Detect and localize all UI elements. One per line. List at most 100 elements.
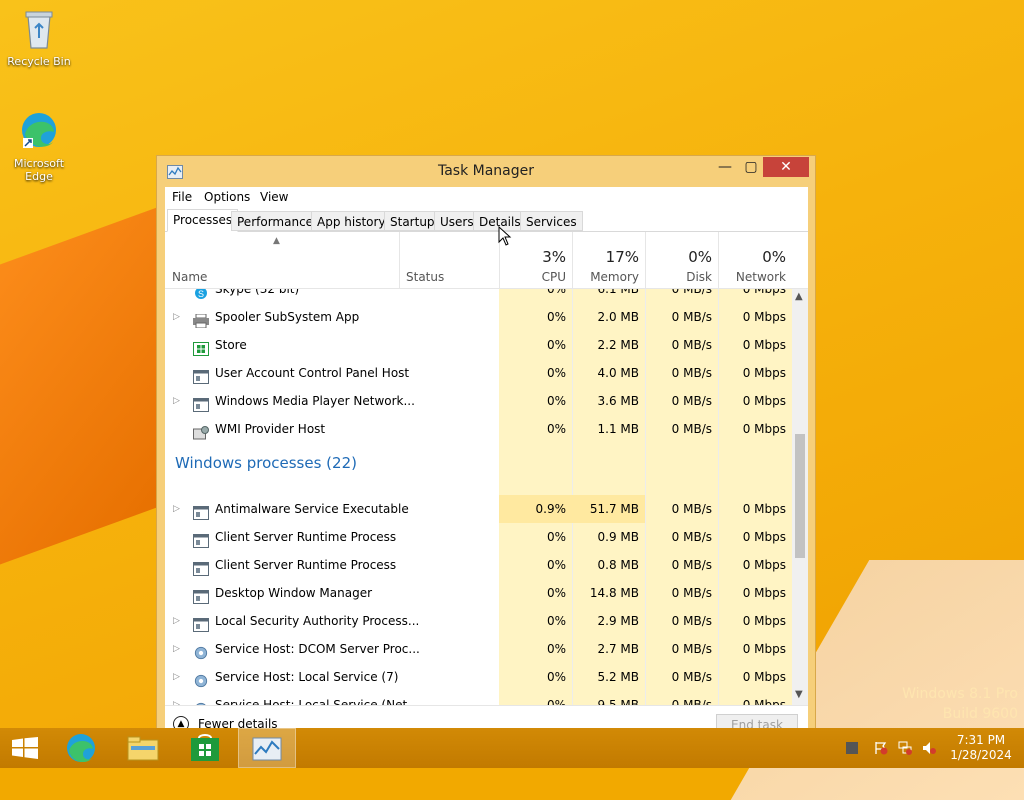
process-row[interactable]: ▷ Local Security Authority Process... 0% 2.… (165, 607, 792, 635)
window-icon (193, 558, 209, 576)
process-memory-value: 9.5 MB (597, 698, 639, 705)
process-row[interactable]: Desktop Window Manager 0% 14.8 MB 0 MB/s 0 M… (165, 579, 792, 607)
svg-text:S: S (198, 289, 204, 299)
file-explorer-icon (127, 736, 159, 761)
menu-file[interactable]: File (172, 190, 192, 204)
process-row[interactable]: ▷ Service Host: DCOM Server Proc... 0% 2.7 … (165, 635, 792, 663)
process-row[interactable]: Client Server Runtime Process 0% 0.9 MB 0 M… (165, 523, 792, 551)
process-network-value: 0 Mbps (742, 642, 786, 656)
tab-app-history[interactable]: App history (311, 211, 392, 231)
volume-muted-icon[interactable] (922, 741, 936, 755)
group-header-row[interactable]: Windows processes (22) (165, 449, 792, 477)
process-cpu-value: 0% (546, 642, 566, 656)
process-cpu-value: 0% (546, 558, 566, 572)
process-network-value: 0 Mbps (742, 614, 786, 628)
network-icon[interactable] (898, 741, 912, 755)
process-row[interactable]: ▷ Spooler SubSystem App 0% 2.0 MB 0 MB/s 0 Mb… (165, 303, 792, 331)
taskbar-store-button[interactable] (176, 728, 234, 768)
scroll-thumb[interactable] (795, 434, 805, 558)
process-disk-value: 0 MB/s (671, 394, 712, 408)
edge-desktop-icon[interactable]: Microsoft Edge (4, 108, 74, 183)
process-cpu-value: 0% (546, 586, 566, 600)
memory-column-header[interactable]: 17% Memory (572, 232, 645, 288)
process-row[interactable]: ▷ Service Host: Local Service (Net... 0% 9.… (165, 691, 792, 705)
process-network-value: 0 Mbps (742, 338, 786, 352)
taskbar-file-explorer-button[interactable] (114, 728, 172, 768)
process-row[interactable]: Client Server Runtime Process 0% 0.8 MB 0 M… (165, 551, 792, 579)
status-header-label: Status (406, 270, 445, 284)
disk-column-header[interactable]: 0% Disk (645, 232, 718, 288)
process-disk-value: 0 MB/s (671, 310, 712, 324)
menu-options[interactable]: Options (204, 190, 250, 204)
process-row[interactable]: S Skype (32 bit) 0% 6.1 MB 0 MB/s 0 Mbps (165, 289, 792, 303)
name-column-header[interactable]: ▲ Name (165, 232, 399, 288)
process-name: Service Host: Local Service (7) (215, 670, 399, 684)
taskbar-task-manager-button[interactable] (238, 728, 296, 768)
expand-chevron-icon[interactable]: ▷ (173, 495, 180, 523)
printer-icon (193, 310, 209, 329)
memory-total: 17% (605, 248, 639, 266)
clock-date: 1/28/2024 (950, 748, 1012, 762)
process-network-value: 0 Mbps (742, 289, 786, 296)
tab-startup[interactable]: Startup (384, 211, 441, 231)
tab-processes[interactable]: Processes (167, 209, 239, 232)
process-network-value: 0 Mbps (742, 422, 786, 436)
close-button[interactable]: ✕ (763, 157, 809, 177)
process-name: Windows Media Player Network... (215, 394, 415, 408)
process-network-value: 0 Mbps (742, 558, 786, 572)
process-memory-value: 2.2 MB (597, 338, 639, 352)
expand-chevron-icon[interactable]: ▷ (173, 663, 180, 691)
taskbar-edge-button[interactable] (52, 728, 110, 768)
status-column-header[interactable]: Status (399, 232, 499, 288)
menu-view[interactable]: View (260, 190, 288, 204)
expand-chevron-icon[interactable]: ▷ (173, 303, 180, 331)
process-cpu-value: 0% (546, 614, 566, 628)
process-row[interactable]: ▷ Windows Media Player Network... 0% 3.6 MB… (165, 387, 792, 415)
task-manager-icon (252, 737, 282, 761)
start-button[interactable] (0, 728, 58, 768)
expand-chevron-icon[interactable]: ▷ (173, 607, 180, 635)
taskbar: 7:31 PM 1/28/2024 (0, 728, 1024, 768)
process-name: WMI Provider Host (215, 422, 326, 436)
process-row[interactable]: ▷ Service Host: Local Service (7) 0% 5.2 MB… (165, 663, 792, 691)
process-disk-value: 0 MB/s (671, 530, 712, 544)
scroll-down-icon[interactable]: ▼ (795, 689, 803, 700)
gear-icon (193, 698, 209, 705)
process-cpu-value: 0% (546, 394, 566, 408)
process-memory-value: 0.8 MB (597, 558, 639, 572)
maximize-button[interactable]: ▢ (737, 157, 765, 177)
expand-chevron-icon[interactable]: ▷ (173, 691, 180, 705)
process-list: S Skype (32 bit) 0% 6.1 MB 0 MB/s 0 Mbps ▷ Spoo… (165, 289, 792, 705)
process-row[interactable]: WMI Provider Host 0% 1.1 MB 0 MB/s 0 Mbps (165, 415, 792, 443)
process-row[interactable]: ▷ Antimalware Service Executable 0.9% 51.7 … (165, 495, 792, 523)
tab-services[interactable]: Services (520, 211, 583, 231)
taskbar-clock[interactable]: 7:31 PM 1/28/2024 (946, 733, 1016, 763)
expand-chevron-icon[interactable]: ▷ (173, 635, 180, 663)
network-column-header[interactable]: 0% Network (718, 232, 792, 288)
process-cpu-value: 0% (546, 670, 566, 684)
vertical-scrollbar[interactable]: ▲ ▼ (792, 289, 808, 705)
show-desktop-icon[interactable] (845, 741, 859, 755)
windows-logo-icon (12, 737, 38, 759)
process-memory-value: 0.9 MB (597, 530, 639, 544)
process-disk-value: 0 MB/s (671, 614, 712, 628)
process-row[interactable]: User Account Control Panel Host 0% 4.0 MB 0… (165, 359, 792, 387)
process-disk-value: 0 MB/s (671, 698, 712, 705)
process-name: User Account Control Panel Host (215, 366, 410, 380)
expand-chevron-icon[interactable]: ▷ (173, 387, 180, 415)
process-memory-value: 4.0 MB (597, 366, 639, 380)
recycle-bin-desktop-icon[interactable]: Recycle Bin (4, 6, 74, 68)
mouse-pointer-icon (498, 226, 512, 246)
scroll-up-icon[interactable]: ▲ (795, 291, 803, 302)
process-row[interactable]: Store 0% 2.2 MB 0 MB/s 0 Mbps (165, 331, 792, 359)
cpu-total: 3% (542, 248, 566, 266)
tab-performance[interactable]: Performance (231, 211, 320, 231)
window-icon (193, 394, 209, 412)
process-disk-value: 0 MB/s (671, 558, 712, 572)
process-memory-value: 51.7 MB (589, 502, 639, 516)
process-cpu-value: 0.9% (535, 502, 567, 516)
action-center-flag-icon[interactable] (874, 741, 888, 755)
title-bar[interactable]: Task Manager — ▢ ✕ (157, 156, 815, 186)
network-header-label: Network (735, 270, 786, 284)
minimize-button[interactable]: — (711, 157, 739, 177)
